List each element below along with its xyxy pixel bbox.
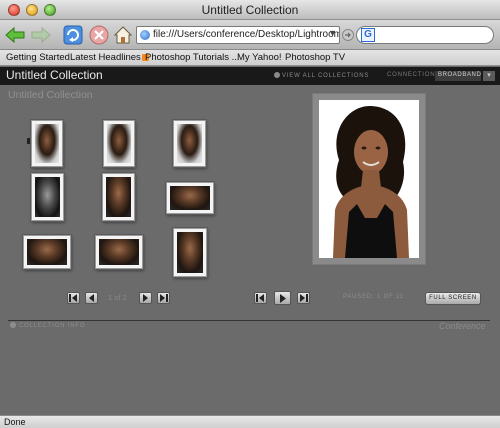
slideshow-status: PAUSED: 1 OF 11	[343, 294, 404, 300]
reload-button[interactable]	[62, 24, 84, 46]
thumbnail-2[interactable]	[103, 120, 135, 167]
previous-icon	[89, 294, 94, 302]
rewind-icon	[256, 294, 264, 302]
status-bar: Done	[0, 415, 500, 428]
search-input[interactable]: G	[356, 26, 494, 44]
forward-arrow-icon	[31, 26, 51, 44]
play-icon	[279, 293, 286, 303]
skip-last-icon	[160, 294, 168, 302]
thumbnail-9[interactable]	[173, 228, 207, 277]
address-url: file:///Users/conference/Desktop/Lightro…	[153, 29, 340, 40]
collection-info-label: COLLECTION INFO	[19, 323, 86, 329]
collection-info-toggle[interactable]: COLLECTION INFO	[10, 322, 85, 329]
thumbnail-6[interactable]	[166, 182, 214, 214]
last-page-button[interactable]	[157, 292, 170, 304]
window-title: Untitled Collection	[201, 3, 299, 17]
stop-icon	[89, 25, 109, 45]
view-all-collections-link[interactable]: VIEW ALL COLLECTIONS	[274, 72, 369, 79]
fast-forward-icon	[300, 294, 308, 302]
thumbnail-image	[107, 124, 131, 163]
bookmarks-bar: Getting Started Latest Headlines Photosh…	[0, 50, 500, 66]
thumbnail-image	[27, 239, 67, 265]
next-icon	[143, 294, 148, 302]
bookmark-my-yahoo[interactable]: My Yahoo!	[237, 52, 282, 63]
info-icon	[10, 322, 16, 328]
selection-cursor	[27, 138, 30, 144]
bookmark-photoshop-tutorials[interactable]: Photoshop Tutorials ...	[145, 52, 240, 63]
gallery-title: Untitled Collection	[6, 68, 103, 82]
bookmark-latest-headlines-label: Latest Headlines	[70, 52, 141, 63]
thumbnail-image	[106, 177, 131, 217]
gear-icon	[274, 72, 280, 78]
go-button[interactable]	[342, 24, 354, 46]
thumbnail-image	[35, 124, 59, 163]
thumbnail-image	[177, 232, 203, 273]
back-button[interactable]	[4, 24, 26, 46]
reload-icon	[63, 25, 83, 45]
search-engine-icon[interactable]: G	[361, 28, 375, 42]
back-arrow-icon	[5, 26, 25, 44]
address-bar[interactable]: file:///Users/conference/Desktop/Lightro…	[136, 26, 340, 44]
home-button[interactable]	[112, 24, 134, 46]
next-page-button[interactable]	[139, 292, 152, 304]
slideshow-play-button[interactable]	[274, 291, 291, 305]
thumbnail-4[interactable]	[31, 173, 64, 221]
large-preview-image[interactable]	[319, 100, 419, 258]
bookmark-photoshop-tv[interactable]: Photoshop TV	[285, 52, 345, 63]
slideshow-next-button[interactable]	[297, 292, 310, 304]
view-all-collections-label: VIEW ALL COLLECTIONS	[282, 73, 370, 79]
portrait-photo	[319, 100, 419, 258]
status-text: Done	[4, 417, 26, 427]
page-indicator: 1 of 2	[108, 293, 127, 302]
thumbnail-image	[170, 186, 210, 210]
globe-icon	[140, 30, 150, 40]
first-page-button[interactable]	[67, 292, 80, 304]
stop-button[interactable]	[88, 24, 110, 46]
thumbnail-image	[35, 177, 60, 217]
go-arrow-icon	[342, 29, 354, 41]
thumbnail-7[interactable]	[23, 235, 71, 269]
window-title-bar: Untitled Collection	[0, 0, 500, 20]
home-icon	[113, 26, 133, 44]
collection-subtitle: Untitled Collection	[8, 89, 93, 101]
full-screen-button[interactable]: FULL SCREEN	[425, 292, 481, 305]
thumbnail-1[interactable]	[31, 120, 63, 167]
brand-label: Conference	[439, 321, 486, 331]
connection-label: CONNECTION:	[387, 72, 438, 78]
browser-toolbar: file:///Users/conference/Desktop/Lightro…	[0, 20, 500, 50]
footer-divider	[8, 320, 490, 321]
thumbnail-8[interactable]	[95, 235, 143, 269]
forward-button[interactable]	[30, 24, 52, 46]
skip-first-icon	[69, 294, 77, 302]
gallery-header: Untitled Collection VIEW ALL COLLECTIONS…	[0, 67, 500, 85]
address-history-dropdown[interactable]: ▼	[328, 28, 337, 38]
thumbnail-5[interactable]	[102, 173, 135, 221]
large-preview-frame	[312, 93, 426, 265]
slideshow-previous-button[interactable]	[254, 292, 267, 304]
bookmark-latest-headlines[interactable]: Latest Headlines	[70, 52, 149, 63]
gallery-content: Untitled Collection 1 of 2 PAUSED: 1 OF …	[0, 85, 500, 415]
thumbnail-image	[99, 239, 139, 265]
bookmark-getting-started[interactable]: Getting Started	[6, 52, 70, 63]
previous-page-button[interactable]	[85, 292, 98, 304]
connection-dropdown-button[interactable]: ▾	[483, 71, 495, 81]
thumbnail-3[interactable]	[173, 120, 206, 167]
thumbnail-image	[177, 124, 202, 163]
connection-select[interactable]: BROADBAND	[435, 71, 481, 81]
